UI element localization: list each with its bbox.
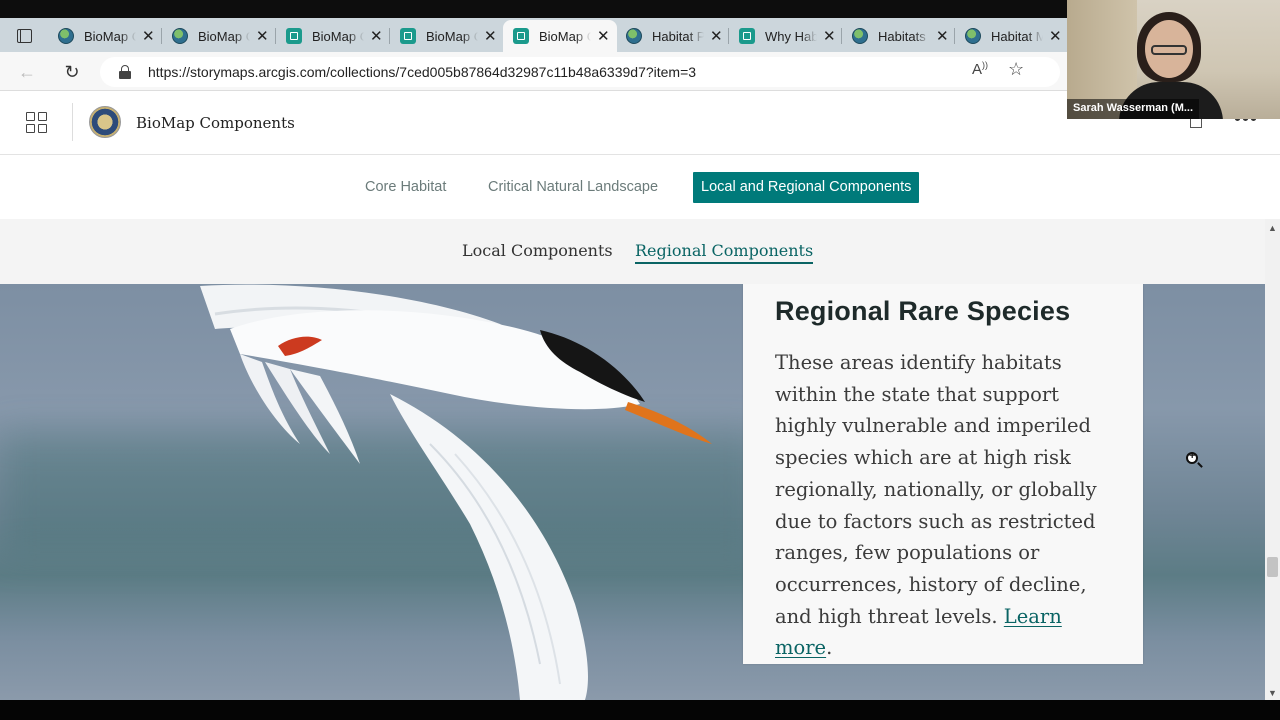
subnav-local-components[interactable]: Local Components: [462, 241, 613, 260]
presenter-glasses: [1151, 45, 1187, 55]
panel-description: These areas identify habitats within the…: [775, 351, 1097, 628]
state-seal-logo: [89, 106, 121, 138]
globe-icon: [172, 28, 188, 44]
presenter-name: Sarah Wasserman (M...: [1067, 99, 1200, 119]
tab-label: BioMap Components: [426, 28, 478, 44]
close-icon[interactable]: ✕: [142, 27, 155, 45]
browser-tab-8[interactable]: Habitats ✕: [842, 22, 956, 50]
content-panel: Regional Rare Species These areas identi…: [743, 284, 1143, 664]
browser-tab-3[interactable]: BioMap Critical Natural Landscape ✕: [276, 22, 390, 50]
storymap-icon: [739, 28, 755, 44]
close-icon[interactable]: ✕: [597, 27, 610, 45]
storymap-icon: [513, 28, 529, 44]
link-suffix: .: [826, 636, 833, 660]
tab-label: Habitats: [878, 28, 926, 44]
panel-heading: Regional Rare Species: [775, 296, 1071, 326]
tab-label: Habitat Priorities: [652, 28, 704, 44]
header-divider: [72, 103, 73, 141]
globe-icon: [965, 28, 981, 44]
url-text[interactable]: https://storymaps.arcgis.com/collections…: [148, 64, 696, 80]
secondary-navigation: Local Components Regional Components: [0, 219, 1265, 284]
subnav-regional-components[interactable]: Regional Components: [635, 241, 814, 264]
app-launcher-grid-icon[interactable]: [26, 112, 47, 133]
bottom-border: [0, 700, 1280, 720]
collection-title: BioMap Components: [136, 114, 295, 132]
browser-tab-9[interactable]: Habitat Map ✕: [955, 22, 1069, 50]
tern-photo: [200, 284, 712, 700]
nav-core-habitat[interactable]: Core Habitat: [357, 172, 454, 203]
globe-icon: [626, 28, 642, 44]
browser-tab-5-active[interactable]: BioMap Components ✕: [503, 20, 617, 52]
tab-label: Why Habitat: [765, 28, 817, 44]
tab-label: BioMap Components: [84, 28, 136, 44]
back-arrow-icon[interactable]: ←: [15, 60, 39, 84]
lock-icon[interactable]: [119, 65, 131, 79]
scroll-up-arrow-icon[interactable]: ▲: [1268, 223, 1277, 233]
storymap-icon: [400, 28, 416, 44]
close-icon[interactable]: ✕: [710, 27, 723, 45]
page-scrollbar[interactable]: ▲ ▼: [1265, 219, 1280, 700]
primary-navigation: Core Habitat Critical Natural Landscape …: [0, 155, 1280, 219]
tab-actions-button[interactable]: [10, 24, 38, 48]
address-bar[interactable]: https://storymaps.arcgis.com/collections…: [100, 57, 1060, 87]
close-icon[interactable]: ✕: [484, 27, 497, 45]
zoom-in-cursor-icon: [1186, 450, 1198, 464]
tab-label: BioMap Components: [539, 28, 591, 44]
storymap-icon: [286, 28, 302, 44]
read-aloud-icon[interactable]: A)): [972, 60, 988, 78]
scroll-down-arrow-icon[interactable]: ▼: [1268, 688, 1277, 698]
panel-body: These areas identify habitats within the…: [775, 347, 1120, 664]
nav-critical-natural-landscape[interactable]: Critical Natural Landscape: [480, 172, 666, 203]
tab-label: BioMap Core Habitat: [198, 28, 250, 44]
browser-tab-2[interactable]: BioMap Core Habitat ✕: [162, 22, 276, 50]
scroll-thumb[interactable]: [1267, 557, 1278, 577]
close-icon[interactable]: ✕: [1049, 27, 1062, 45]
close-icon[interactable]: ✕: [256, 27, 269, 45]
favorites-star-icon[interactable]: ☆: [1008, 59, 1024, 80]
close-icon[interactable]: ✕: [936, 27, 949, 45]
webcam-overlay: Sarah Wasserman (M...: [1067, 0, 1280, 119]
close-icon[interactable]: ✕: [370, 27, 383, 45]
reload-icon[interactable]: ↻: [60, 60, 84, 84]
tab-label: BioMap Critical Natural Landscape: [312, 28, 364, 44]
browser-tab-1[interactable]: BioMap Components ✕: [48, 22, 162, 50]
globe-icon: [852, 28, 868, 44]
hero-image-section: Regional Rare Species These areas identi…: [0, 284, 1265, 700]
globe-icon: [58, 28, 74, 44]
tab-label: Habitat Map: [991, 28, 1043, 44]
nav-local-and-regional-components[interactable]: Local and Regional Components: [693, 172, 920, 203]
browser-tab-7[interactable]: Why Habitat ✕: [729, 22, 843, 50]
close-icon[interactable]: ✕: [823, 27, 836, 45]
browser-window: BioMap Components ✕ BioMap Core Habitat …: [0, 0, 1280, 720]
browser-tab-4[interactable]: BioMap Components ✕: [390, 22, 504, 50]
browser-tab-6[interactable]: Habitat Priorities ✕: [616, 22, 730, 50]
tab-actions-icon: [16, 29, 32, 43]
